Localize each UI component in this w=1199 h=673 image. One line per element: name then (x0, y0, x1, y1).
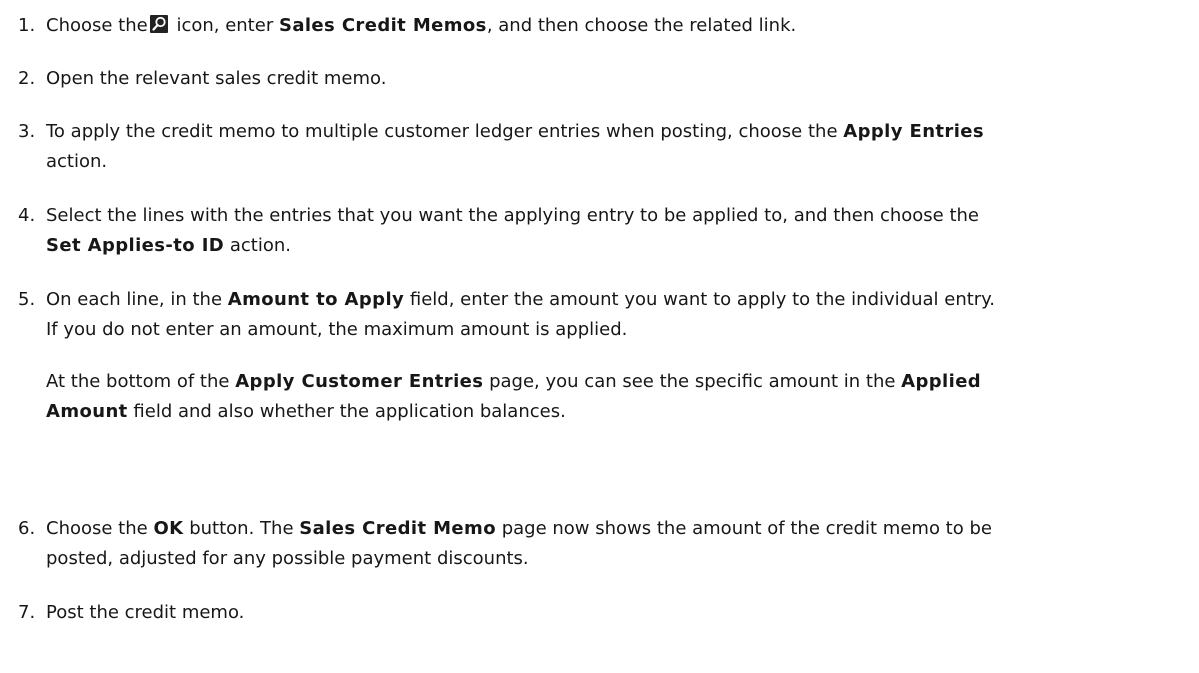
step-number: 5. (18, 289, 36, 310)
ui-term: Set Applies-to ID (46, 235, 225, 256)
step-number: 6. (18, 518, 36, 539)
step-5-note: At the bottom of the Apply Customer Entr… (46, 371, 982, 422)
step-3: 3. To apply the credit memo to multiple … (0, 117, 984, 177)
step-4: 4. Select the lines with the entries tha… (0, 201, 979, 261)
step-number: 3. (18, 121, 36, 142)
step-number: 4. (18, 205, 36, 226)
step-1: 1. Choose the icon, enter Sales Credit M… (0, 11, 796, 41)
step-5: 5. On each line, in the Amount to Apply … (0, 285, 995, 427)
step-number: 7. (18, 602, 36, 623)
ui-term: Apply Customer Entries (235, 371, 484, 392)
step-number: 2. (18, 68, 36, 89)
step-7: 7. Post the credit memo. (0, 598, 244, 628)
step-number: 1. (18, 15, 36, 36)
ui-term: Applied (901, 371, 982, 392)
ui-term: Apply Entries (843, 121, 985, 142)
ui-term: Sales Credit Memos (278, 15, 487, 36)
step-6: 6. Choose the OK button. The Sales Credi… (0, 514, 992, 574)
search-icon (149, 15, 168, 33)
ui-term: Amount (46, 401, 128, 422)
ui-term: OK (153, 518, 184, 539)
ui-term: Sales Credit Memo (299, 518, 496, 539)
document: 1. Choose the icon, enter Sales Credit M… (0, 0, 1199, 673)
step-2: 2. Open the relevant sales credit memo. (0, 64, 386, 94)
ui-term: Amount to Apply (227, 289, 405, 310)
